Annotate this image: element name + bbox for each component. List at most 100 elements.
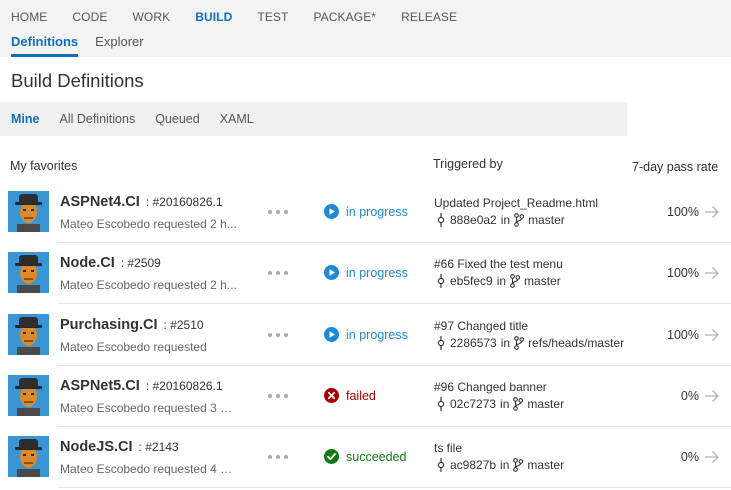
top-nav-package[interactable]: PACKAGE* — [313, 10, 376, 24]
commit-id-link[interactable]: 2286573 — [450, 336, 497, 350]
build-status[interactable]: in progress — [324, 265, 408, 280]
commit-id-link[interactable]: 888e0a2 — [450, 213, 497, 227]
pivot-xaml[interactable]: XAML — [220, 112, 254, 126]
definition-title: Purchasing.CI : #2510 — [60, 317, 204, 333]
more-actions-button[interactable] — [268, 331, 288, 339]
definition-name-link[interactable]: NodeJS.CI — [60, 439, 133, 455]
branch-icon — [514, 336, 525, 350]
pivot-mine[interactable]: Mine — [11, 112, 39, 126]
branch-name-link[interactable]: refs/heads/master — [528, 336, 624, 350]
definition-name-link[interactable]: ASPNet4.CI — [60, 194, 140, 210]
commit-icon — [436, 397, 446, 411]
definition-row[interactable]: Purchasing.CI : #2510 Mateo Escobedo req… — [0, 305, 731, 366]
more-actions-button[interactable] — [268, 453, 288, 461]
branch-name-link[interactable]: master — [524, 274, 561, 288]
top-nav-release[interactable]: RELEASE — [401, 10, 457, 24]
pass-rate-value: 100% — [667, 205, 699, 219]
trigger-source: eb5fec9 in master — [436, 274, 561, 288]
play-circle-icon — [324, 327, 339, 342]
trigger-source: 2286573 in refs/heads/master — [436, 336, 624, 350]
avatar[interactable] — [8, 375, 49, 416]
definition-name-link[interactable]: Purchasing.CI — [60, 317, 158, 333]
commit-id-link[interactable]: 02c7273 — [450, 397, 496, 411]
top-nav-work[interactable]: WORK — [132, 10, 170, 24]
commit-id-link[interactable]: eb5fec9 — [450, 274, 493, 288]
build-number-value: #2509 — [127, 256, 161, 270]
requested-by-text: Mateo Escobedo requested 3 days... — [60, 401, 238, 415]
arrow-right-icon[interactable] — [704, 450, 720, 464]
requested-by-text: Mateo Escobedo requested 2 h... — [60, 217, 237, 231]
header-area: HOME CODE WORK BUILD TEST PACKAGE* RELEA… — [0, 0, 731, 57]
top-nav: HOME CODE WORK BUILD TEST PACKAGE* RELEA… — [0, 0, 470, 34]
arrow-right-icon[interactable] — [704, 328, 720, 342]
trigger-message: Updated Project_Readme.html — [434, 196, 599, 210]
build-number: : #20160826.1 — [145, 379, 223, 393]
definition-row[interactable]: NodeJS.CI : #2143 Mateo Escobedo request… — [0, 427, 731, 488]
build-number: : #2510 — [163, 318, 204, 332]
trigger-source: 888e0a2 in master — [436, 213, 565, 227]
top-nav-test[interactable]: TEST — [257, 10, 288, 24]
status-label: in progress — [346, 204, 408, 219]
more-actions-button[interactable] — [268, 269, 288, 277]
more-actions-button[interactable] — [268, 392, 288, 400]
top-nav-code[interactable]: CODE — [72, 10, 107, 24]
triggered-by-header: Triggered by — [433, 157, 503, 171]
commit-icon — [436, 274, 446, 288]
more-actions-button[interactable] — [268, 208, 288, 216]
branch-name-link[interactable]: master — [527, 397, 564, 411]
trigger-message: #96 Changed banner — [434, 380, 547, 394]
build-number: : #2143 — [138, 440, 179, 454]
favorites-header: My favorites — [10, 159, 78, 173]
pivot-queued[interactable]: Queued — [155, 112, 199, 126]
branch-name-link[interactable]: master — [527, 458, 564, 472]
build-number-value: #2143 — [145, 440, 179, 454]
check-circle-icon — [324, 449, 339, 464]
trigger-source: 02c7273 in master — [436, 397, 564, 411]
row-divider — [58, 303, 731, 304]
definition-title: Node.CI : #2509 — [60, 255, 161, 271]
branch-name-link[interactable]: master — [528, 213, 565, 227]
status-label: in progress — [346, 327, 408, 342]
tab-definitions[interactable]: Definitions — [11, 34, 79, 57]
avatar[interactable] — [8, 436, 49, 477]
branch-icon — [510, 274, 521, 288]
avatar[interactable] — [8, 252, 49, 293]
arrow-right-icon[interactable] — [704, 205, 720, 219]
pivot-all-definitions[interactable]: All Definitions — [59, 112, 135, 126]
branch-icon — [513, 458, 524, 472]
play-circle-icon — [324, 265, 339, 280]
trigger-message: ts file — [434, 441, 463, 455]
definition-row[interactable]: Node.CI : #2509 Mateo Escobedo requested… — [0, 243, 731, 304]
build-status[interactable]: succeeded — [324, 449, 406, 464]
definition-name-link[interactable]: ASPNet5.CI — [60, 378, 140, 394]
build-status[interactable]: in progress — [324, 327, 408, 342]
avatar[interactable] — [8, 314, 49, 355]
requested-by-text: Mateo Escobedo requested 4 mont... — [60, 462, 238, 476]
commit-id-link[interactable]: ac9827b — [450, 458, 496, 472]
build-status[interactable]: failed — [324, 388, 376, 403]
top-nav-build[interactable]: BUILD — [195, 10, 232, 24]
definition-row[interactable]: ASPNet5.CI : #20160826.1 Mateo Escobedo … — [0, 366, 731, 427]
pass-rate-header: 7-day pass rate — [632, 160, 719, 174]
tab-explorer[interactable]: Explorer — [95, 34, 143, 57]
trigger-message: #97 Changed title — [434, 319, 529, 333]
page-title: Build Definitions — [11, 70, 144, 91]
pass-rate-value: 0% — [680, 389, 699, 403]
build-number: : #2509 — [120, 256, 161, 270]
definition-name-link[interactable]: Node.CI — [60, 255, 115, 271]
build-status[interactable]: in progress — [324, 204, 408, 219]
definition-title: ASPNet5.CI : #20160826.1 — [60, 378, 223, 394]
arrow-right-icon[interactable] — [704, 266, 720, 280]
in-label: in — [500, 397, 510, 411]
sub-nav: Definitions Explorer — [0, 34, 150, 57]
definition-row[interactable]: ASPNet4.CI : #20160826.1 Mateo Escobedo … — [0, 182, 731, 243]
avatar[interactable] — [8, 191, 49, 232]
requested-by-text: Mateo Escobedo requested — [60, 340, 207, 354]
play-circle-icon — [324, 204, 339, 219]
top-nav-home[interactable]: HOME — [11, 10, 47, 24]
definition-title: NodeJS.CI : #2143 — [60, 439, 179, 455]
error-circle-icon — [324, 388, 339, 403]
status-label: in progress — [346, 265, 408, 280]
in-label: in — [500, 336, 511, 350]
arrow-right-icon[interactable] — [704, 389, 720, 403]
